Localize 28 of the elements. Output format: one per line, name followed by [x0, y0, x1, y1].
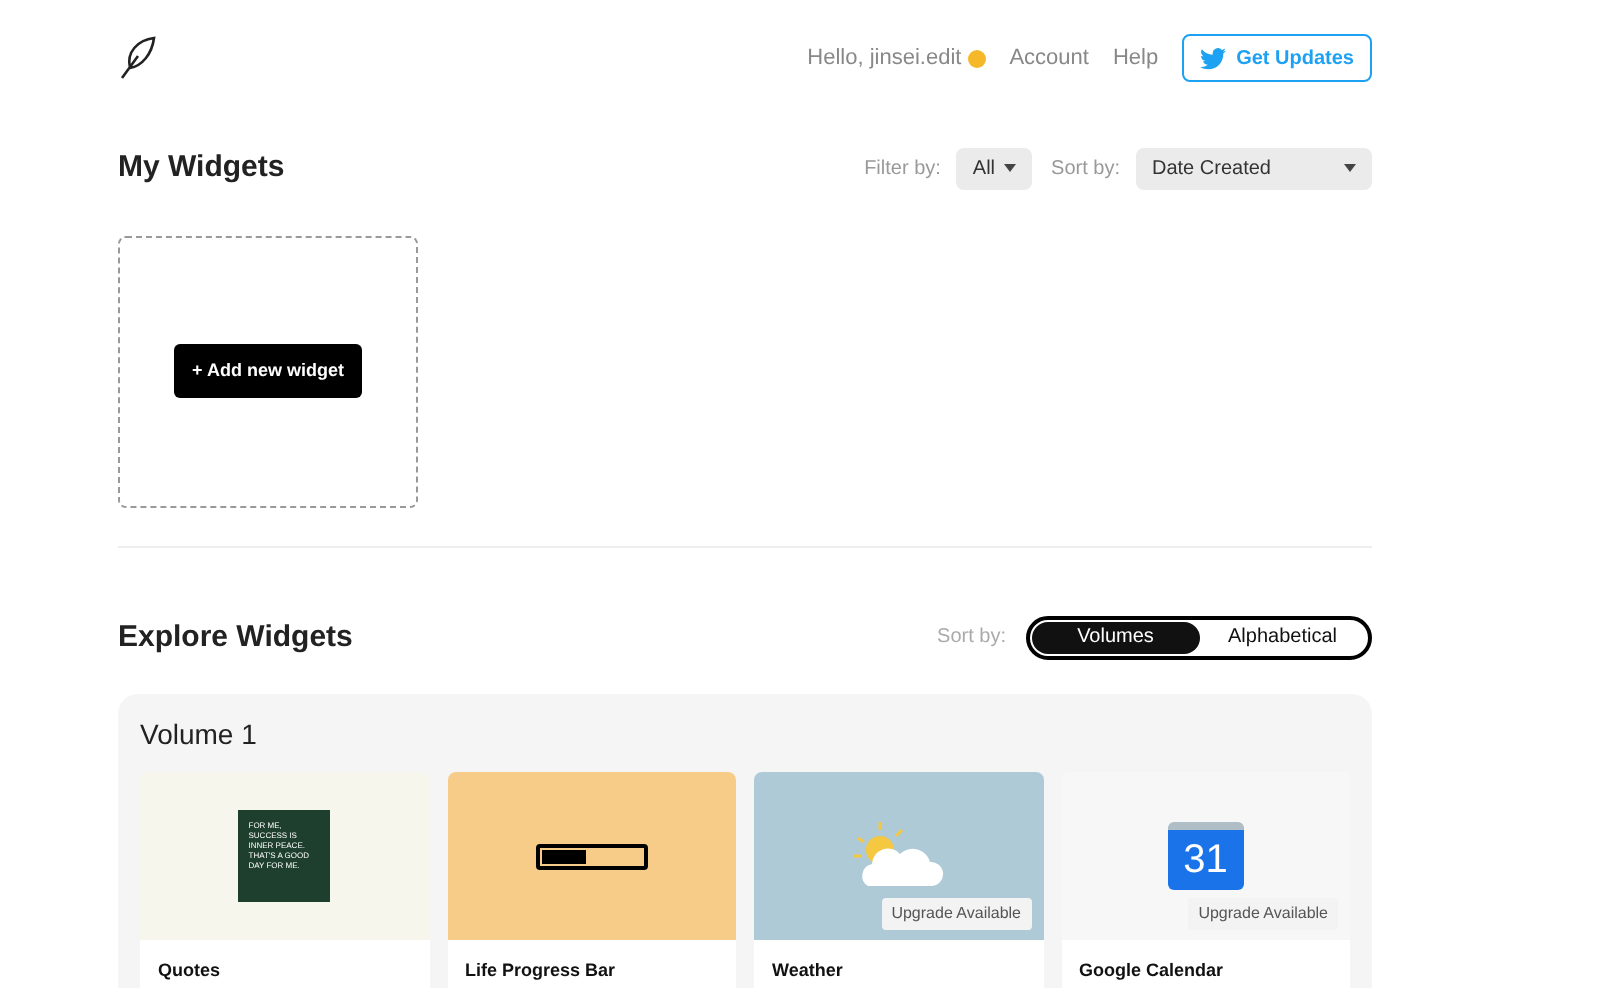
feather-logo-icon[interactable]	[118, 36, 158, 80]
bird-icon	[1200, 47, 1227, 69]
section-title: Explore Widgets	[118, 617, 353, 657]
widget-name: Weather	[770, 958, 845, 984]
nav-link[interactable]: Help	[1112, 41, 1159, 75]
widget-name: Quotes	[156, 958, 223, 984]
volume-title: Volume 1	[140, 716, 259, 754]
caret-icon	[1344, 164, 1356, 173]
caret-icon	[1003, 164, 1016, 173]
filter-dropdown[interactable]: All	[956, 147, 1032, 190]
sort-label: Sort by:	[937, 624, 1006, 653]
add-widget-button[interactable]: + Add new widget	[174, 344, 362, 398]
filter-label: Filter by:	[864, 155, 941, 184]
upgrade-badge: Upgrade Available	[1188, 898, 1338, 930]
widget-name: Life Progress Bar	[463, 958, 618, 984]
widget-name: Google Calendar	[1077, 958, 1226, 984]
calendar-icon: 31	[1167, 822, 1244, 890]
sort-label: Sort by:	[1051, 155, 1120, 184]
greeting-text: Hello, jinsei.edit	[807, 43, 962, 74]
upgrade-badge: Upgrade Available	[881, 898, 1031, 930]
sun-cloud-icon	[852, 822, 945, 890]
sort-option[interactable]: Volumes	[1032, 621, 1199, 654]
widget-card[interactable]: Upgrade Available Weather	[754, 772, 1043, 988]
nav-link[interactable]: Account	[1009, 41, 1089, 75]
section-title: My Widgets	[118, 148, 285, 188]
sort-dropdown[interactable]: Date Created	[1136, 147, 1372, 190]
widget-card[interactable]: Life Progress Bar	[447, 772, 736, 988]
widget-card[interactable]: 31 Upgrade Available Google Calendar	[1061, 772, 1350, 988]
